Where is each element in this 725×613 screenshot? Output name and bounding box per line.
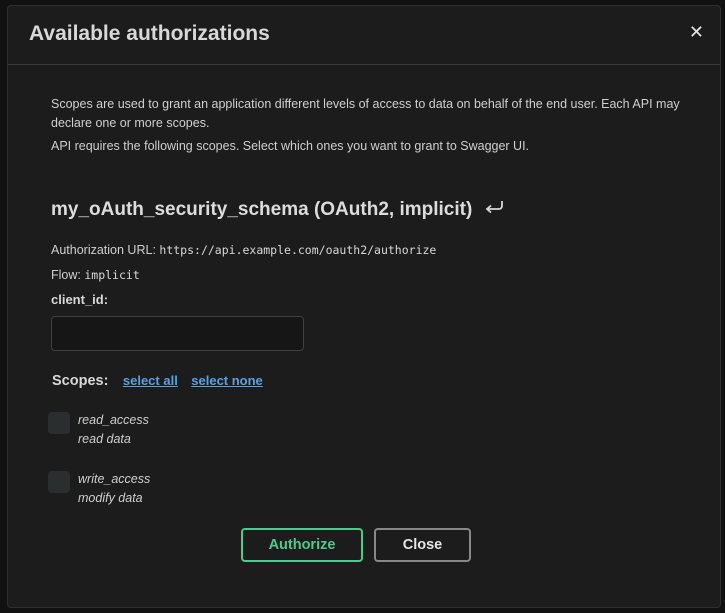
write-access-checkbox[interactable]: [48, 471, 70, 493]
flow-label: Flow:: [51, 268, 81, 282]
authorization-url-label: Authorization URL:: [51, 243, 156, 257]
write-access-name: write_access: [78, 472, 151, 486]
authorization-url-line: Authorization URL: https://api.example.c…: [51, 243, 436, 257]
read-access-checkbox[interactable]: [48, 412, 70, 434]
flow-line: Flow: implicit: [51, 268, 140, 282]
read-access-name: read_access: [78, 413, 149, 427]
scheme-title-text: my_oAuth_security_schema (OAuth2, implic…: [51, 199, 473, 221]
authorize-button[interactable]: Authorize: [241, 528, 363, 562]
scopes-header: Scopes: select all select none: [52, 372, 270, 390]
close-button[interactable]: Close: [374, 528, 471, 562]
modal-header: Available authorizations ✕: [8, 6, 720, 65]
read-access-text: read_access read data: [78, 411, 149, 449]
client-id-label: client_id:: [51, 292, 109, 307]
scopes-label: Scopes:: [52, 373, 109, 389]
read-access-description: read data: [78, 432, 131, 446]
select-all-link[interactable]: select all: [123, 373, 178, 388]
client-id-input[interactable]: [51, 316, 304, 351]
write-access-text: write_access modify data: [78, 470, 150, 508]
modal-title: Available authorizations: [29, 22, 270, 45]
scopes-description: Scopes are used to grant an application …: [51, 97, 680, 130]
return-arrow-icon[interactable]: [484, 197, 504, 219]
authorization-url-value: https://api.example.com/oauth2/authorize: [159, 243, 437, 257]
authorizations-modal: Available authorizations ✕ Scopes are us…: [7, 5, 721, 608]
modal-body: Scopes are used to grant an application …: [48, 96, 681, 505]
write-access-description: modify data: [78, 491, 143, 505]
close-icon[interactable]: ✕: [689, 22, 704, 42]
select-none-link[interactable]: select none: [191, 373, 263, 388]
scopes-requirement-text: API requires the following scopes. Selec…: [51, 139, 530, 153]
flow-value: implicit: [84, 268, 140, 282]
scheme-title: my_oAuth_security_schema (OAuth2, implic…: [51, 199, 504, 221]
